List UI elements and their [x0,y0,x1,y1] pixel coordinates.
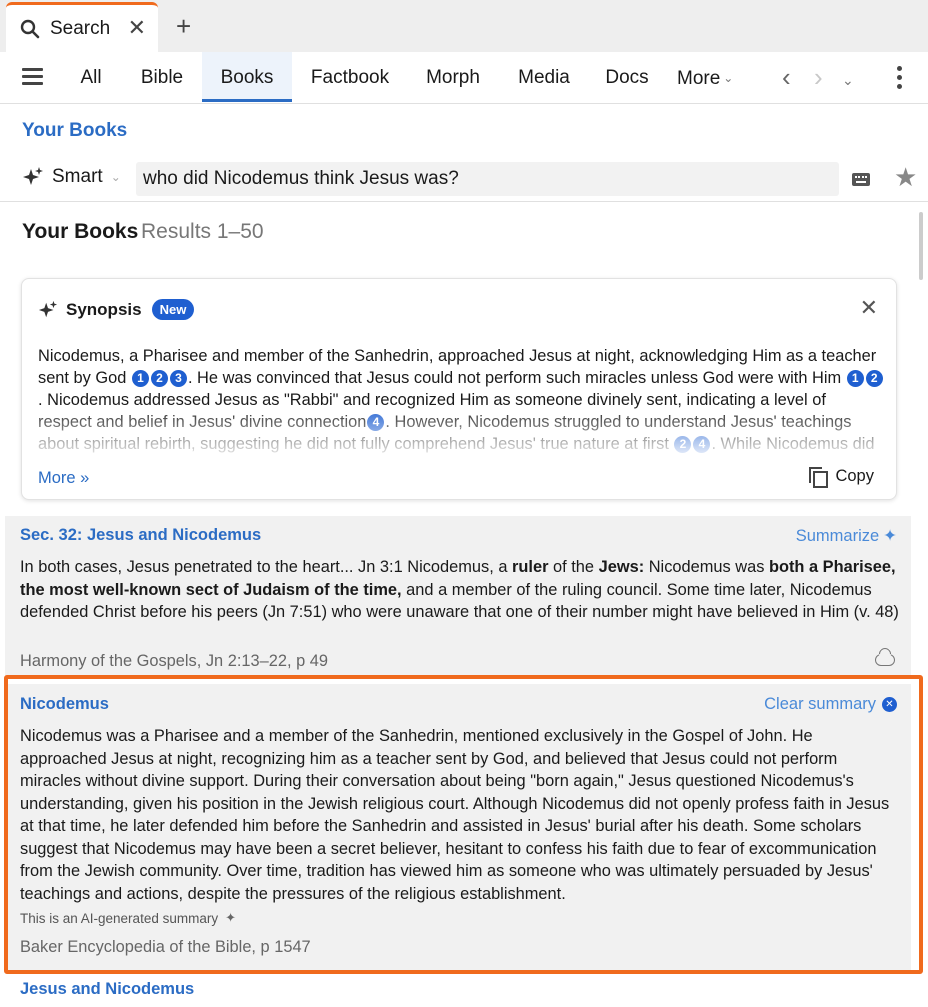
close-icon[interactable]: ✕ [860,297,878,319]
tab-label: Docs [605,67,649,88]
result-item: Sec. 32: Jesus and Nicodemus Summarize ✦… [5,516,911,678]
more-link[interactable]: More » [38,469,89,488]
tab-bible[interactable]: Bible [130,52,194,102]
search-input[interactable] [136,162,839,196]
summarize-button[interactable]: Summarize ✦ [796,526,897,546]
synopsis-card: Synopsis New ✕ Nicodemus, a Pharisee and… [21,278,897,500]
tab-label: Books [220,67,274,88]
more-menu[interactable]: More ⌄ [677,52,733,105]
synopsis-text: Nicodemus, a Pharisee and member of the … [38,345,884,453]
keyboard-icon[interactable] [852,173,870,186]
scrollbar[interactable] [919,212,923,280]
synopsis-title: Synopsis [66,299,142,319]
forward-arrow-icon[interactable]: › [814,64,823,90]
result-title[interactable]: Sec. 32: Jesus and Nicodemus [20,526,261,545]
snippet-text: In both cases, Jesus penetrated to the h… [20,558,513,576]
citation-badge[interactable]: 4 [693,436,711,453]
search-row: Smart ⌄ ★ [0,156,928,202]
more-label: More [677,68,721,89]
ai-note-label: This is an AI-generated summary [20,910,219,926]
copy-icon [809,467,829,488]
tab-morph[interactable]: Morph [418,52,488,102]
ai-summary-note: This is an AI-generated summary ✦ [20,910,236,926]
synopsis-header: Synopsis New [38,299,195,320]
synopsis-text-part: . He was convinced that Jesus could not … [187,369,842,387]
results-count: Results 1–50 [141,220,264,243]
citation-badge[interactable]: 2 [865,370,883,387]
search-mode-dropdown[interactable]: Smart ⌄ [22,166,121,188]
result-title[interactable]: Nicodemus [20,695,109,714]
star-icon[interactable]: ★ [894,164,917,190]
tab-label: Factbook [310,67,390,88]
tab-title: Search [50,17,111,39]
citation-badge[interactable]: 4 [367,414,385,431]
library-nav: All Bible Books Factbook Morph Media Doc… [0,52,928,104]
clear-circle-icon: ✕ [882,697,897,712]
clear-summary-button[interactable]: Clear summary ✕ [764,695,897,714]
citation-badge[interactable]: 3 [169,370,187,387]
chevron-down-icon: ⌄ [110,170,121,184]
new-badge: New [151,299,195,320]
tab-label: Bible [140,67,184,88]
search-tab[interactable]: Search ✕ [6,2,158,52]
tab-all[interactable]: All [66,52,116,102]
result-source[interactable]: Harmony of the Gospels, Jn 2:13–22, p 49 [20,652,328,671]
result-title[interactable]: Jesus and Nicodemus [20,980,194,999]
citation-badge[interactable]: 1 [131,370,149,387]
tab-label: Morph [426,67,480,88]
sparkle-icon [23,167,43,185]
tab-factbook[interactable]: Factbook [302,52,398,102]
result-source[interactable]: Baker Encyclopedia of the Bible, p 1547 [20,938,311,957]
tab-label: All [80,67,102,88]
plus-icon[interactable]: + [176,13,191,39]
scope-heading[interactable]: Your Books [22,120,127,142]
sparkle-icon [38,300,58,317]
kebab-menu-icon[interactable] [897,66,905,93]
sparkle-icon: ✦ [883,527,897,545]
results-title: Your Books [22,220,139,243]
tab-media[interactable]: Media [510,52,578,102]
cloud-icon[interactable] [875,654,895,666]
summarize-label: Summarize [795,526,880,545]
ai-summary-text: Nicodemus was a Pharisee and a member of… [20,727,890,903]
search-icon [20,19,40,38]
close-icon[interactable]: ✕ [128,17,146,39]
citation-badge[interactable]: 1 [846,370,864,387]
tab-strip: Search ✕ + [0,0,928,52]
result-snippet: In both cases, Jesus penetrated to the h… [20,556,900,624]
search-mode-label: Smart [52,166,103,187]
tab-books[interactable]: Books [202,52,292,102]
snippet-text: of the [548,558,599,576]
tab-label: Media [518,67,570,88]
copy-label: Copy [835,467,874,485]
back-arrow-icon[interactable]: ‹ [782,64,791,90]
copy-button[interactable]: Copy [809,467,874,488]
chevron-down-icon[interactable]: ⌄ [842,67,854,93]
clear-summary-label: Clear summary [764,695,876,713]
result-item: Nicodemus Clear summary ✕ Nicodemus was … [5,684,911,970]
citation-badge[interactable]: 2 [674,436,692,453]
menu-icon[interactable] [22,68,43,85]
tab-docs[interactable]: Docs [600,52,654,102]
snippet-highlight: Jews: [598,558,645,576]
citation-badge[interactable]: 2 [150,370,168,387]
snippet-text: Nicodemus was [644,558,769,576]
chevron-down-icon: ⌄ [723,71,734,85]
snippet-highlight: ruler [512,558,549,576]
sparkle-icon: ✦ [225,910,236,925]
